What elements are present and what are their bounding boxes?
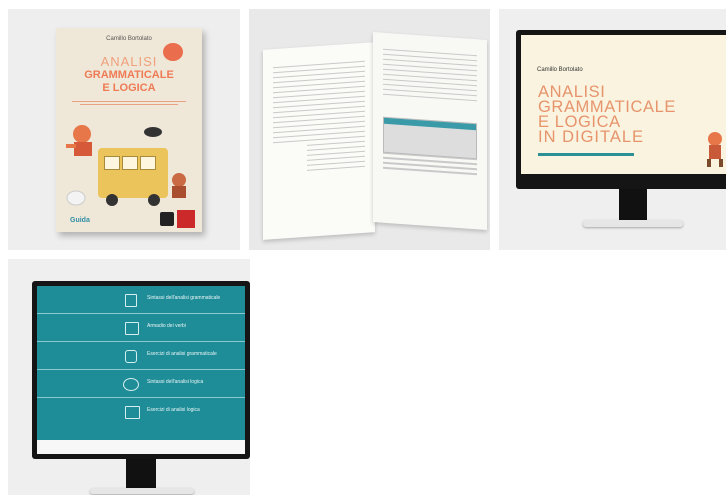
title-screen: Camillo Bortolato ANALISI GRAMMATICALE E… <box>521 35 726 174</box>
monitor-stand-neck <box>126 459 156 489</box>
box-icon <box>125 406 140 419</box>
menu-footer <box>37 440 245 454</box>
fox-illustration <box>707 132 723 167</box>
monitor: Camillo Bortolato ANALISI GRAMMATICALE E… <box>516 30 726 189</box>
right-page <box>373 32 487 230</box>
menu-item-sintassi-logica[interactable]: Sintassi dell'analisi logica <box>37 370 245 398</box>
monitor-stand-base <box>90 488 194 494</box>
cover-subtitle-graphic <box>66 99 192 107</box>
left-page <box>263 42 375 240</box>
menu-screen: Sintassi dell'analisi grammaticale Armad… <box>37 286 245 454</box>
bicycle-icon <box>123 378 139 391</box>
monitor-stand-neck <box>619 189 647 221</box>
bird-illustration <box>144 127 162 137</box>
menu-item-armadio-verbi[interactable]: Armadio dei verbi <box>37 314 245 342</box>
publisher-logo <box>160 212 174 226</box>
wardrobe-icon <box>125 322 139 335</box>
screenshot-figure <box>383 116 477 160</box>
jar-icon <box>125 350 137 363</box>
menu-item-esercizi-logica[interactable]: Esercizi di analisi logica <box>37 398 245 425</box>
duck-illustration <box>66 190 86 206</box>
digital-menu-thumbnail[interactable]: Sintassi dell'analisi grammaticale Armad… <box>8 259 250 495</box>
cover-title-line2: GRAMMATICALE <box>84 69 174 81</box>
screen-title-line4: IN DIGITALE <box>538 128 645 146</box>
cat-illustration <box>172 173 186 198</box>
title-underline <box>538 153 634 156</box>
monitor: Sintassi dell'analisi grammaticale Armad… <box>32 281 250 459</box>
open-book-thumbnail[interactable] <box>249 9 490 250</box>
book-cover-thumbnail[interactable]: Camillo Bortolato ANALISI GRAMMATICALE E… <box>8 9 240 250</box>
screen-author: Camillo Bortolato <box>537 67 583 73</box>
erickson-logo <box>177 210 195 228</box>
digital-title-thumbnail[interactable]: Camillo Bortolato ANALISI GRAMMATICALE E… <box>499 9 726 250</box>
cover-title-line3: E LOGICA <box>102 82 156 94</box>
mitten-illustration <box>163 43 183 61</box>
menu-item-esercizi-grammaticale[interactable]: Esercizi di analisi grammaticale <box>37 342 245 370</box>
school-bus-illustration <box>98 148 168 206</box>
book-icon <box>125 294 137 307</box>
book-cover: Camillo Bortolato ANALISI GRAMMATICALE E… <box>56 28 202 232</box>
cover-guide-label: Guida <box>70 217 90 224</box>
open-book <box>263 32 487 240</box>
menu-item-sintassi-grammaticale[interactable]: Sintassi dell'analisi grammaticale <box>37 286 245 314</box>
monitor-stand-base <box>583 220 683 227</box>
